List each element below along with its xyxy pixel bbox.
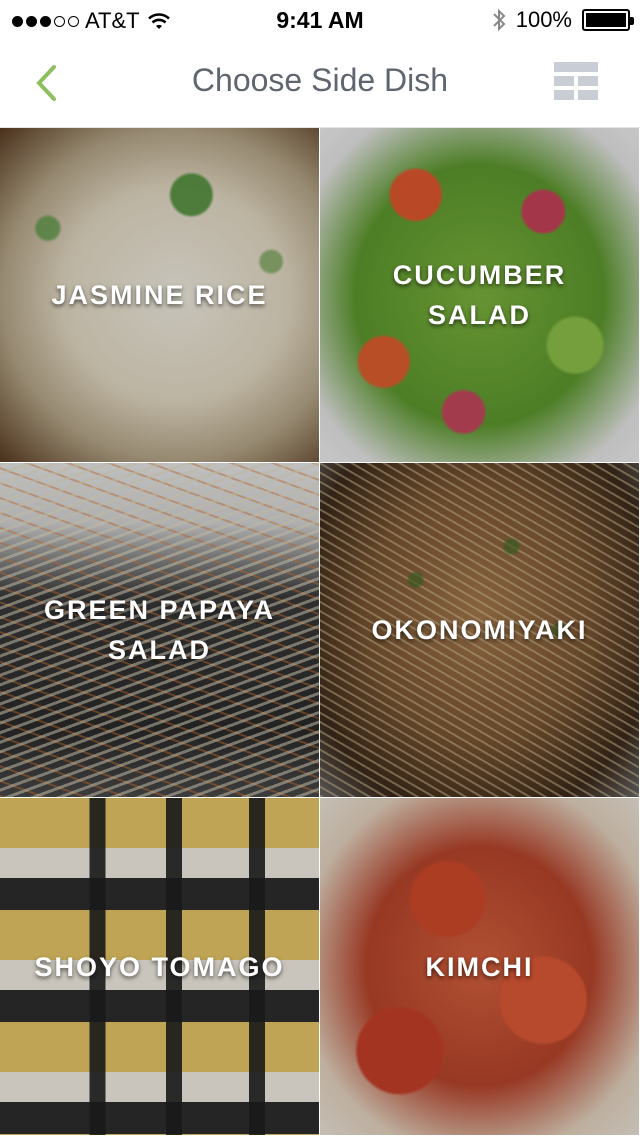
status-bar: AT&T 9:41 AM 100% [0,0,640,40]
battery-percent: 100% [515,7,572,32]
battery-icon [582,9,634,31]
dish-tile-kimchi[interactable]: KIMCHI [320,798,640,1136]
navigation-bar: Choose Side Dish [0,40,640,128]
dish-tile-okonomiyaki[interactable]: OKONOMIYAKI [320,463,640,798]
dish-tile-jasmine-rice[interactable]: JASMINE RICE [0,128,320,463]
dish-label: OKONOMIYAKI [371,615,588,645]
dish-tile-shoyo-tomago[interactable]: SHOYO TOMAGO [0,798,320,1136]
dish-label: SHOYO TOMAGO [34,951,285,982]
battery-level-fill [586,13,626,27]
grid-view-icon [554,62,598,100]
page-title: Choose Side Dish [191,62,449,98]
dish-tile-green-papaya-salad[interactable]: GREEN PAPAYA SALAD [0,463,320,798]
dish-label: JASMINE RICE [51,280,268,310]
bluetooth-icon [493,8,506,32]
dish-tile-cucumber-salad[interactable]: CUCUMBER SALAD [320,128,640,463]
dish-label: GREEN PAPAYA SALAD [43,595,276,665]
status-right: 100% [492,7,634,33]
dish-label: CUCUMBER SALAD [392,260,567,330]
dish-label: KIMCHI [425,951,534,982]
view-toggle-button[interactable] [552,60,600,108]
side-dish-grid: JASMINE RICE CUCUMBER SALAD GREEN PAPAYA… [0,128,640,1136]
